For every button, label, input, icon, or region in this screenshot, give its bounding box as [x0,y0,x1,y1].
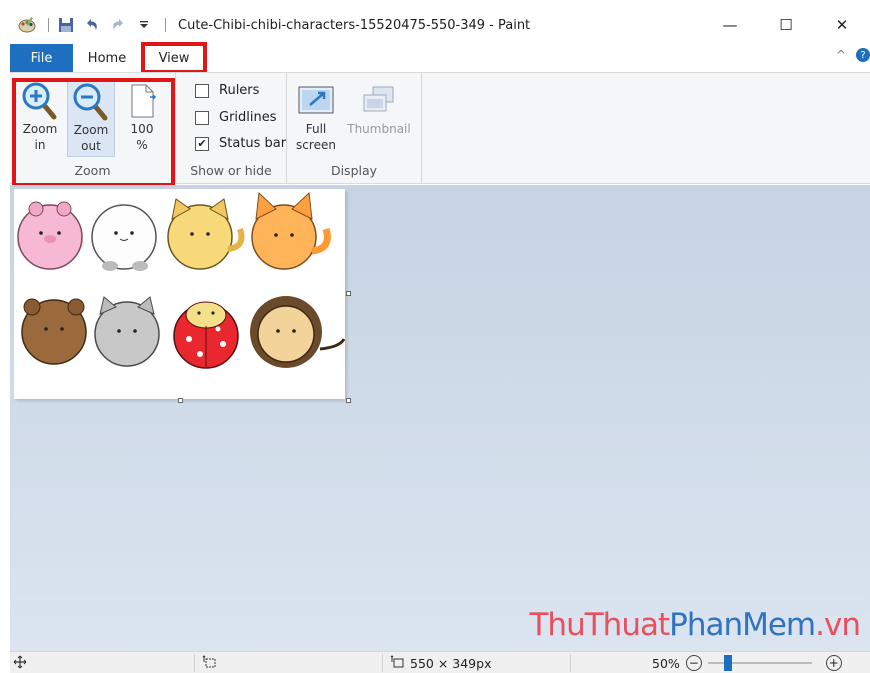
full-screen-icon [296,81,336,121]
thumbnail-label: Thumbnail [347,122,411,136]
zoom-controls: 50% − + [652,655,842,671]
full-screen-label-1: Full [305,122,327,136]
selection-size [202,655,216,672]
gridlines-checkbox[interactable]: Gridlines [195,110,277,125]
resize-handle-bottom[interactable] [178,398,183,403]
watermark-part-2: PhanMem [669,607,816,643]
zoom-in-small-button[interactable]: + [825,655,842,671]
resize-handle-right[interactable] [346,291,351,296]
cursor-position-icon [13,655,27,672]
gridlines-checkbox-box[interactable] [195,110,209,125]
image-canvas[interactable] [14,189,351,403]
quick-access-toolbar [10,10,172,40]
help-icon[interactable]: ? [856,48,870,62]
status-bar-label: Status bar [219,136,287,151]
tabs-right-controls: ^ ? [836,48,870,62]
image-size-icon [390,655,404,672]
status-separator [382,654,383,672]
display-group: Full screen Thumbnail Display [287,73,422,183]
collapse-ribbon-button[interactable]: ^ [836,48,846,62]
status-bar-checkbox[interactable]: ✔ Status bar [195,136,286,151]
cursor-position [13,655,27,672]
close-button[interactable]: ✕ [814,10,870,40]
watermark-part-3: .vn [815,607,861,643]
selection-size-icon [202,655,216,672]
qa-separator [165,18,166,32]
redo-icon[interactable] [107,14,129,36]
maximize-button[interactable]: ☐ [758,10,814,40]
tab-home[interactable]: Home [73,44,141,72]
undo-icon[interactable] [81,14,103,36]
title-bar: Cute-Chibi-chibi-characters-15520475-550… [10,10,870,40]
tab-view[interactable]: View [141,42,207,74]
qa-separator [48,18,49,32]
zoom-slider-thumb[interactable] [723,655,732,671]
zoom-level-text: 50% [652,655,680,671]
full-screen-label-2: screen [296,138,336,152]
paint-app-icon[interactable] [16,14,38,36]
display-group-label: Display [330,163,378,178]
status-separator [194,654,195,672]
tab-file[interactable]: File [10,44,73,72]
thumbnail-button[interactable]: Thumbnail [343,81,415,157]
save-icon[interactable] [55,14,77,36]
window-controls: — ☐ ✕ [702,10,870,40]
thumbnail-icon [359,81,399,121]
status-bar-checkbox-box[interactable]: ✔ [195,136,209,151]
zoom-slider[interactable] [707,655,812,671]
rulers-checkbox[interactable]: Rulers [195,83,259,98]
customize-dropdown-icon[interactable] [133,14,155,36]
image-size-text: 550 × 349px [410,656,492,671]
gridlines-label: Gridlines [219,110,277,125]
show-hide-group-label: Show or hide [190,163,272,178]
rulers-label: Rulers [219,83,260,98]
chibi-characters-image [17,191,346,369]
status-separator [570,654,571,672]
full-screen-button[interactable]: Full screen [292,81,340,157]
minimize-button[interactable]: — [702,10,758,40]
watermark: ThuThuatPhanMem.vn [530,607,861,643]
zoom-highlight-frame [12,78,175,187]
image-size: 550 × 349px [390,655,491,672]
canvas-workspace[interactable]: ThuThuatPhanMem.vn [10,185,870,651]
ribbon-tabs: File Home View ^ ? [10,42,870,74]
window-title: Cute-Chibi-chibi-characters-15520475-550… [178,17,531,33]
watermark-part-1: ThuThuat [529,607,671,643]
status-bar: 550 × 349px 50% − + [10,651,870,673]
resize-handle-corner[interactable] [346,398,351,403]
rulers-checkbox-box[interactable] [195,83,209,98]
zoom-out-small-button[interactable]: − [685,655,702,671]
